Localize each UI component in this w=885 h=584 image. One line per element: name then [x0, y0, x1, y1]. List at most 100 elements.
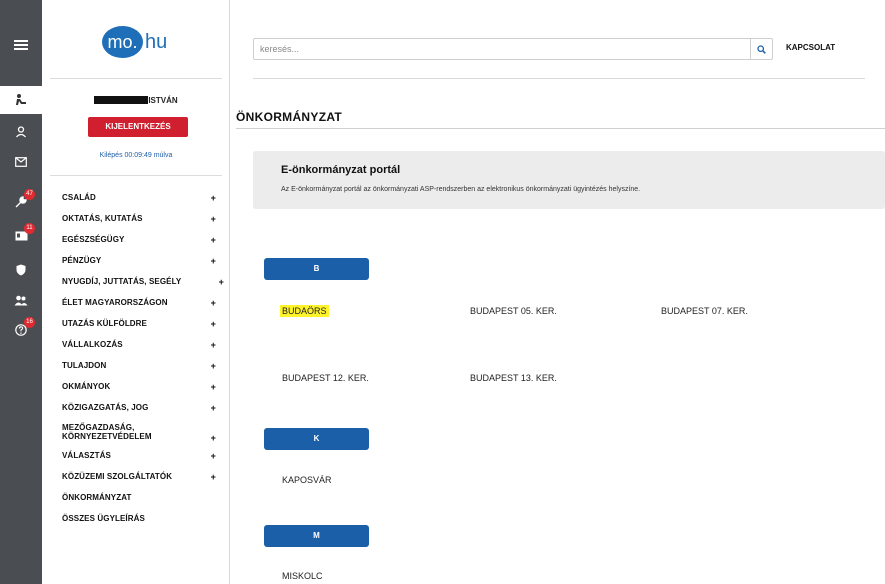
search-icon — [757, 44, 766, 54]
nav-item-label: OKTATÁS, KUTATÁS — [62, 214, 143, 223]
sidebar-divider — [50, 78, 222, 79]
city-link-kaposvar[interactable]: KAPOSVÁR — [282, 475, 332, 485]
expand-icon[interactable]: + — [219, 276, 224, 288]
letter-heading-m: M — [264, 525, 369, 547]
main-content: keresés... KAPCSOLAT ÖNKORMÁNYZAT E-önko… — [231, 0, 885, 584]
nav-item-label: KÖZÜZEMI SZOLGÁLTATÓK — [62, 472, 173, 481]
nav-item-label: PÉNZÜGY — [62, 256, 102, 265]
shield-icon — [16, 264, 26, 276]
nav-item-label: ÉLET MAGYARORSZÁGON — [62, 298, 168, 307]
nav-item-tulajdon[interactable]: TULAJDON + — [62, 360, 222, 381]
nav-item-csalad[interactable]: CSALÁD + — [62, 192, 222, 213]
contact-link[interactable]: KAPCSOLAT — [786, 43, 835, 52]
nav-item-onkormanyzat[interactable]: ÖNKORMÁNYZAT — [62, 492, 222, 513]
nav-item-label: VÁLLALKOZÁS — [62, 340, 123, 349]
portal-description: Az E-önkormányzat portál az önkormányzat… — [281, 186, 641, 193]
nav-item-kozuzemi[interactable]: KÖZÜZEMI SZOLGÁLTATÓK + — [62, 471, 222, 492]
nav-item-label: VÁLASZTÁS — [62, 451, 111, 460]
nav-item-nyugdij[interactable]: NYUGDÍJ, JUTTATÁS, SEGÉLY + — [62, 276, 224, 297]
nav-item-label: NYUGDÍJ, JUTTATÁS, SEGÉLY — [62, 277, 182, 286]
expand-icon[interactable]: + — [211, 213, 216, 225]
nav-item-osszes-ugyleiras[interactable]: ÖSSZES ÜGYLEÍRÁS — [62, 513, 222, 534]
nav-item-oktatas[interactable]: OKTATÁS, KUTATÁS + — [62, 213, 222, 234]
letter-heading-k: K — [264, 428, 369, 450]
nav-item-penzugy[interactable]: PÉNZÜGY + — [62, 255, 222, 276]
city-link-budapest-07[interactable]: BUDAPEST 07. KER. — [661, 306, 748, 316]
expand-icon[interactable]: + — [211, 360, 216, 372]
city-link-budapest-13[interactable]: BUDAPEST 13. KER. — [470, 373, 557, 383]
nav-item-label: OKMÁNYOK — [62, 382, 111, 391]
nav-item-label: ÖNKORMÁNYZAT — [62, 493, 132, 502]
nav-item-okmanyok[interactable]: OKMÁNYOK + — [62, 381, 222, 402]
sidebar-divider — [50, 175, 222, 176]
city-link-budapest-05[interactable]: BUDAPEST 05. KER. — [470, 306, 557, 316]
search-input[interactable]: keresés... — [260, 44, 299, 54]
sidebar: mo. hu ISTVÁN KIJELENTKEZÉS Kilépés 00:0… — [42, 0, 230, 584]
nav-item-kozigazgatas[interactable]: KÖZIGAZGATÁS, JOG + — [62, 402, 222, 423]
rail-item-profile[interactable] — [0, 118, 42, 146]
category-nav: CSALÁD + OKTATÁS, KUTATÁS + EGÉSZSÉGÜGY + P… — [62, 192, 224, 534]
portal-title: E-önkormányzat portál — [281, 164, 401, 176]
expand-icon[interactable]: + — [211, 450, 216, 462]
tools-badge: 47 — [24, 189, 35, 200]
nav-item-egeszsegugy[interactable]: EGÉSZSÉGÜGY + — [62, 234, 222, 255]
logout-button[interactable]: KIJELENTKEZÉS — [88, 117, 188, 137]
city-link-budaors[interactable]: BUDAÖRS — [280, 305, 329, 317]
nav-item-label: UTAZÁS KÜLFÖLDRE — [62, 319, 147, 328]
envelope-icon — [15, 157, 27, 167]
hamburger-menu-button[interactable] — [0, 26, 42, 64]
user-name-text: ISTVÁN — [148, 96, 178, 105]
expand-icon[interactable]: + — [211, 432, 216, 444]
person-seated-icon — [16, 94, 26, 105]
rail-item-help[interactable]: 16 — [0, 316, 42, 344]
nav-item-label: ÖSSZES ÜGYLEÍRÁS — [62, 514, 145, 523]
nav-item-utazas[interactable]: UTAZÁS KÜLFÖLDRE + — [62, 318, 222, 339]
expand-icon[interactable]: + — [211, 381, 216, 393]
redacted-name-block — [94, 96, 149, 104]
mo-hu-logo[interactable]: mo. hu — [102, 26, 167, 58]
rail-item-mail[interactable] — [0, 148, 42, 176]
nav-item-label: CSALÁD — [62, 193, 96, 202]
user-icon — [16, 126, 26, 138]
logo-mark: mo. — [102, 26, 143, 58]
page-title: ÖNKORMÁNYZAT — [236, 110, 343, 124]
expand-icon[interactable]: + — [211, 234, 216, 246]
help-badge: 16 — [24, 317, 35, 328]
user-name: ISTVÁN — [42, 96, 230, 105]
rail-item-citizen[interactable] — [0, 86, 42, 114]
nav-item-elet[interactable]: ÉLET MAGYARORSZÁGON + — [62, 297, 222, 318]
city-link-budapest-12[interactable]: BUDAPEST 12. KER. — [282, 373, 369, 383]
search-button[interactable] — [750, 39, 772, 59]
expand-icon[interactable]: + — [211, 192, 216, 204]
search-bar: keresés... — [253, 38, 773, 60]
rail-item-cards[interactable]: 11 — [0, 222, 42, 250]
expand-icon[interactable]: + — [211, 471, 216, 483]
nav-item-label: EGÉSZSÉGÜGY — [62, 235, 125, 244]
nav-item-label: TULAJDON — [62, 361, 107, 370]
expand-icon[interactable]: + — [211, 297, 216, 309]
nav-item-valasztas[interactable]: VÁLASZTÁS + — [62, 450, 222, 471]
title-divider — [236, 128, 885, 129]
letter-heading-b: B — [264, 258, 369, 280]
app-frame: 47 11 16 mo. hu ISTVÁN KIJELENTKEZÉS Kil… — [0, 0, 885, 584]
expand-icon[interactable]: + — [211, 255, 216, 267]
nav-item-label: KÖZIGAZGATÁS, JOG — [62, 403, 149, 412]
cards-badge: 11 — [24, 223, 35, 234]
rail-item-people[interactable] — [0, 286, 42, 314]
city-link-miskolc[interactable]: MISKOLC — [282, 571, 323, 581]
logo-text: hu — [145, 30, 168, 53]
nav-item-label: MEZŐGAZDASÁG, KÖRNYEZETVÉDELEM — [62, 423, 152, 441]
expand-icon[interactable]: + — [211, 318, 216, 330]
expand-icon[interactable]: + — [211, 402, 216, 414]
expand-icon[interactable]: + — [211, 339, 216, 351]
header-divider — [253, 78, 865, 79]
hamburger-icon — [14, 40, 28, 50]
icon-rail: 47 11 16 — [0, 0, 42, 584]
users-icon — [14, 295, 28, 305]
nav-item-mezogazdasag[interactable]: MEZŐGAZDASÁG, KÖRNYEZETVÉDELEM + — [62, 423, 222, 450]
rail-item-tools[interactable]: 47 — [0, 188, 42, 216]
session-timer: Kilépés 00:09:49 múlva — [99, 152, 173, 159]
rail-item-security[interactable] — [0, 256, 42, 284]
nav-item-vallalkozas[interactable]: VÁLLALKOZÁS + — [62, 339, 222, 360]
portal-info-box: E-önkormányzat portál Az E-önkormányzat … — [253, 151, 885, 209]
